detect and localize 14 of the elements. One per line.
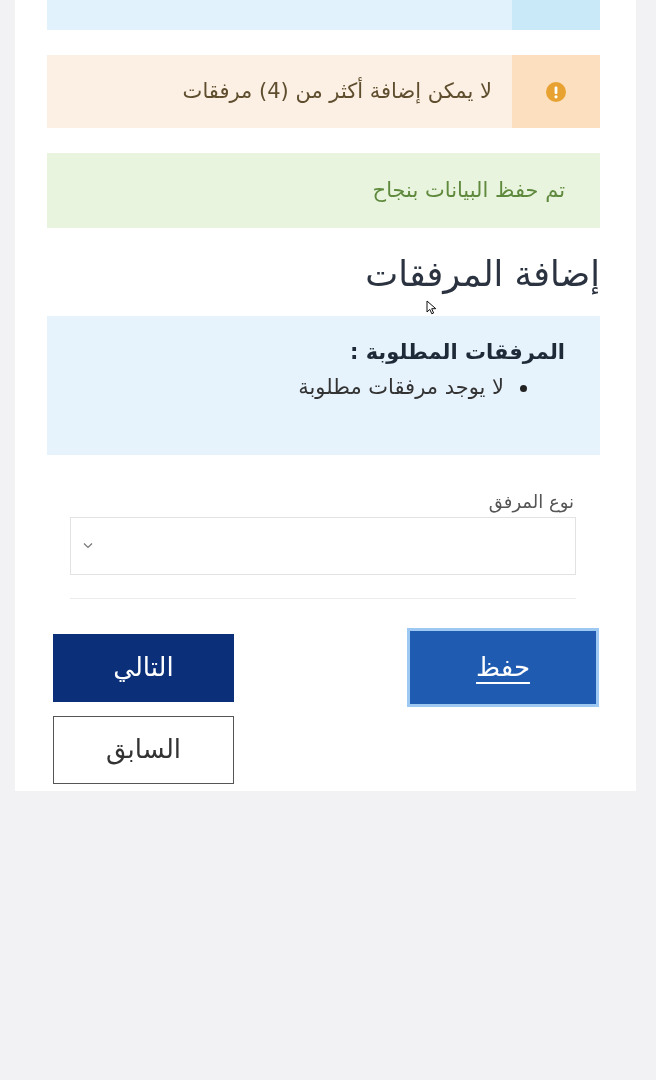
chevron-down-icon	[83, 542, 93, 550]
save-button[interactable]: حفظ	[410, 630, 596, 704]
next-button[interactable]: التالي	[53, 633, 234, 702]
attachment-type-select[interactable]	[70, 516, 576, 575]
exclamation-icon	[546, 81, 566, 102]
alert-message: تم حفظ البيانات بنجاح	[371, 176, 566, 204]
alert-message: لا يمكن إضافة أكثر من (4) مرفقات	[181, 76, 493, 106]
bullet-icon	[520, 384, 527, 392]
section-title: إضافة المرفقات	[365, 254, 600, 295]
previous-button[interactable]: السابق	[53, 715, 234, 784]
field-label: نوع المرفق	[488, 489, 574, 515]
required-attachment-item: لا يوجد مرفقات مطلوبة	[298, 374, 504, 402]
required-attachments-title: المرفقات المطلوبة :	[348, 338, 565, 366]
mouse-cursor-icon	[426, 300, 437, 315]
